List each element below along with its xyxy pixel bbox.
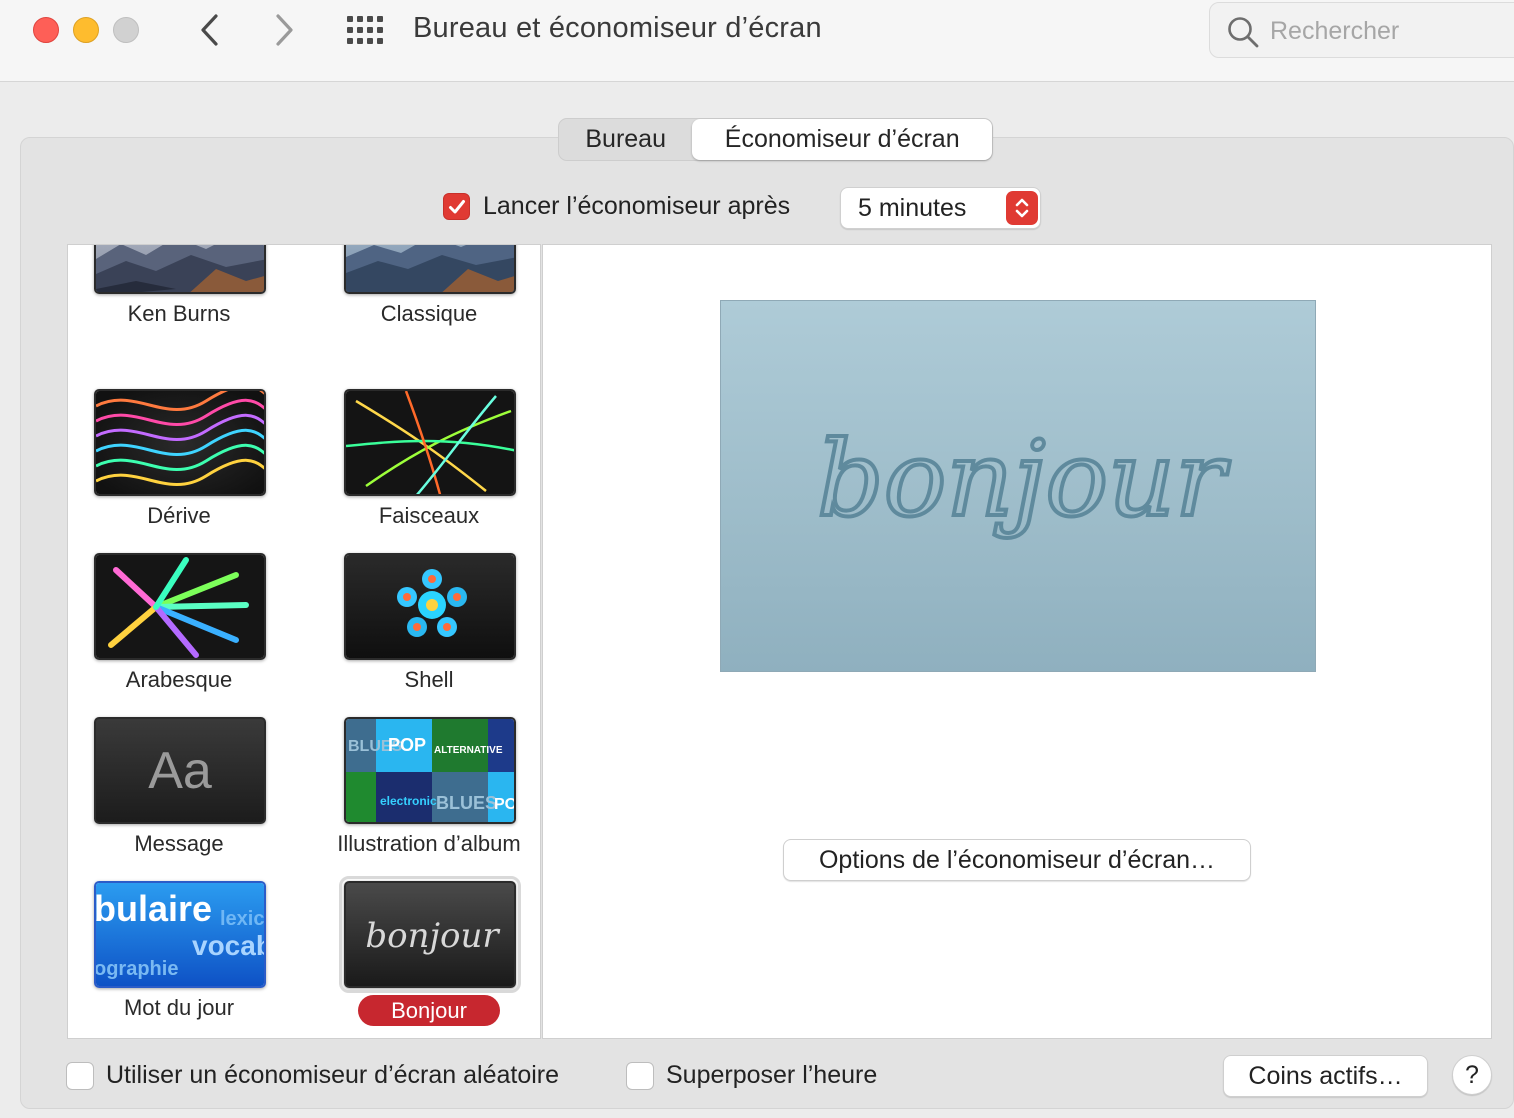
svg-text:vocab: vocab <box>192 930 266 961</box>
chevron-right-icon <box>276 14 293 46</box>
back-button[interactable] <box>190 10 230 50</box>
saver-bonjour[interactable]: bonjour Bonjour <box>318 876 540 1038</box>
shell-thumbnail <box>344 553 516 660</box>
saver-label: Message <box>134 831 224 856</box>
random-saver-label: Utiliser un économiseur d’écran aléatoir… <box>106 1061 560 1089</box>
saver-derive[interactable]: Dérive <box>68 389 304 553</box>
saver-word-of-day[interactable]: bulaire lexic vocab ographie Mot du jour <box>68 881 304 1038</box>
svg-text:ALTERNATIVE: ALTERNATIVE <box>434 745 503 756</box>
bonjour-thumbnail: bonjour <box>339 876 521 993</box>
tab-bureau[interactable]: Bureau <box>559 119 692 160</box>
preview-pane: bonjour Options de l’économiseur d’écran… <box>542 244 1492 1039</box>
launch-after-label: Lancer l’économiseur après <box>483 192 791 220</box>
svg-text:lexic: lexic <box>220 908 264 930</box>
tab-control: Bureau Économiseur d’écran <box>558 118 993 161</box>
search-input[interactable] <box>1270 13 1510 49</box>
preview-text: bonjour <box>817 418 1230 540</box>
hot-corners-button[interactable]: Coins actifs… <box>1223 1055 1428 1097</box>
random-saver-checkbox[interactable] <box>66 1062 94 1090</box>
svg-text:electronic: electronic <box>380 794 437 808</box>
saver-classique[interactable]: Classique <box>318 245 540 351</box>
derive-thumbnail <box>94 389 266 496</box>
svg-text:BLUES: BLUES <box>436 793 497 813</box>
screensaver-options-button[interactable]: Options de l’économiseur d’écran… <box>783 839 1251 881</box>
search-icon <box>1228 17 1259 48</box>
classique-thumbnail <box>344 245 516 294</box>
delay-value: 5 minutes <box>858 194 967 222</box>
message-thumbnail: Aa <box>94 717 266 824</box>
saver-label: Faisceaux <box>378 503 480 528</box>
delay-popup[interactable]: 5 minutes <box>840 187 1041 229</box>
faisceaux-thumbnail <box>344 389 516 496</box>
word-of-day-thumbnail: bulaire lexic vocab ographie <box>94 881 266 988</box>
saver-shell[interactable]: Shell <box>318 553 540 717</box>
search-field[interactable] <box>1209 2 1514 58</box>
zoom-window-button[interactable] <box>113 17 139 43</box>
grid-icon <box>347 16 383 44</box>
close-window-button[interactable] <box>33 17 59 43</box>
saver-arabesque[interactable]: Arabesque <box>68 553 304 717</box>
popup-arrows-icon <box>1006 191 1038 225</box>
forward-button[interactable] <box>264 10 304 50</box>
screensaver-list[interactable]: Ken Burns Classique Dérive Faisceaux Ara… <box>67 244 541 1039</box>
saver-label: Arabesque <box>125 667 233 692</box>
album-art-thumbnail: BLUES POP ALTERNATIVE electronic BLUES P… <box>344 717 516 824</box>
saver-message[interactable]: Aa Message <box>68 717 304 881</box>
svg-text:ographie: ographie <box>96 958 178 980</box>
saver-label-selected: Bonjour <box>358 995 500 1026</box>
ken-burns-thumbnail <box>94 245 266 294</box>
checkmark-icon <box>448 199 465 213</box>
saver-label: Dérive <box>147 503 211 528</box>
show-clock-label: Superposer l’heure <box>666 1061 878 1089</box>
saver-label: Illustration d’album <box>337 831 521 856</box>
show-all-button[interactable] <box>343 12 387 48</box>
saver-label: Mot du jour <box>123 995 235 1020</box>
window-title: Bureau et économiseur d’écran <box>413 12 822 44</box>
saver-label: Shell <box>404 667 454 692</box>
minimize-window-button[interactable] <box>73 17 99 43</box>
arabesque-thumbnail <box>94 553 266 660</box>
svg-text:bulaire: bulaire <box>96 888 212 929</box>
saver-label: Classique <box>380 301 478 326</box>
saver-faisceaux[interactable]: Faisceaux <box>318 389 540 553</box>
chevron-left-icon <box>201 14 218 46</box>
saver-ken-burns[interactable]: Ken Burns <box>68 245 304 351</box>
saver-album-art[interactable]: BLUES POP ALTERNATIVE electronic BLUES P… <box>318 717 540 881</box>
launch-after-checkbox[interactable] <box>443 193 470 220</box>
saver-label: Ken Burns <box>127 301 231 326</box>
screensaver-preview: bonjour <box>720 300 1316 672</box>
title-bar: Bureau et économiseur d’écran <box>0 0 1514 82</box>
svg-text:POP: POP <box>388 735 426 755</box>
show-clock-checkbox[interactable] <box>626 1062 654 1090</box>
help-button[interactable]: ? <box>1452 1055 1492 1095</box>
tab-economiseur[interactable]: Économiseur d’écran <box>692 119 992 160</box>
svg-text:POP: POP <box>494 796 516 813</box>
svg-text:bonjour: bonjour <box>365 916 500 956</box>
